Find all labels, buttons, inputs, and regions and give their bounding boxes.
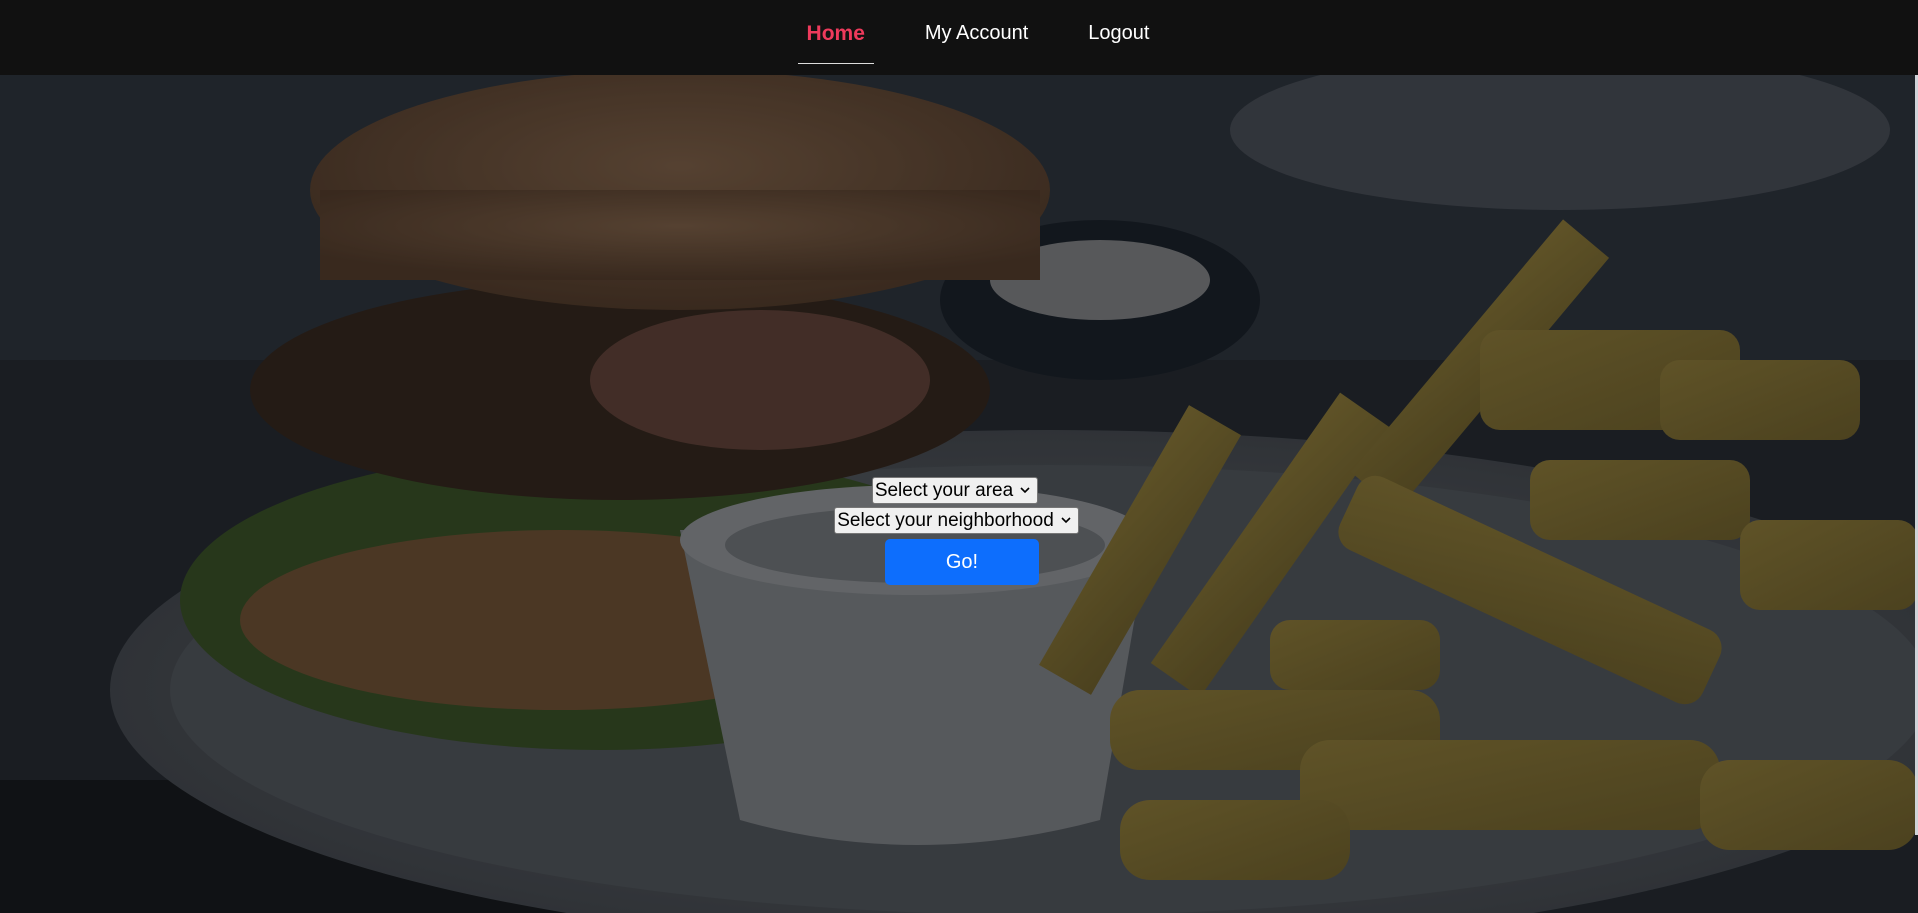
location-form: Select your area Select your neighborhoo… [0, 477, 1918, 585]
chevron-down-icon [1061, 517, 1071, 524]
nav-link-home[interactable]: Home [777, 0, 895, 64]
chevron-down-icon [1020, 487, 1030, 494]
go-button[interactable]: Go! [885, 539, 1039, 585]
landing-page: Home My Account Logout Select your area … [0, 0, 1918, 913]
area-select-value: Select your area [874, 479, 1014, 501]
neighborhood-select[interactable]: Select your neighborhood [834, 507, 1079, 534]
neighborhood-select-value: Select your neighborhood [837, 509, 1054, 531]
nav-list: Home My Account Logout [777, 0, 1180, 64]
hero-background-image [0, 0, 1918, 913]
nav-link-my-account[interactable]: My Account [895, 0, 1058, 53]
area-select[interactable]: Select your area [871, 477, 1039, 504]
top-navbar: Home My Account Logout [0, 0, 1918, 75]
nav-link-logout[interactable]: Logout [1058, 0, 1179, 53]
